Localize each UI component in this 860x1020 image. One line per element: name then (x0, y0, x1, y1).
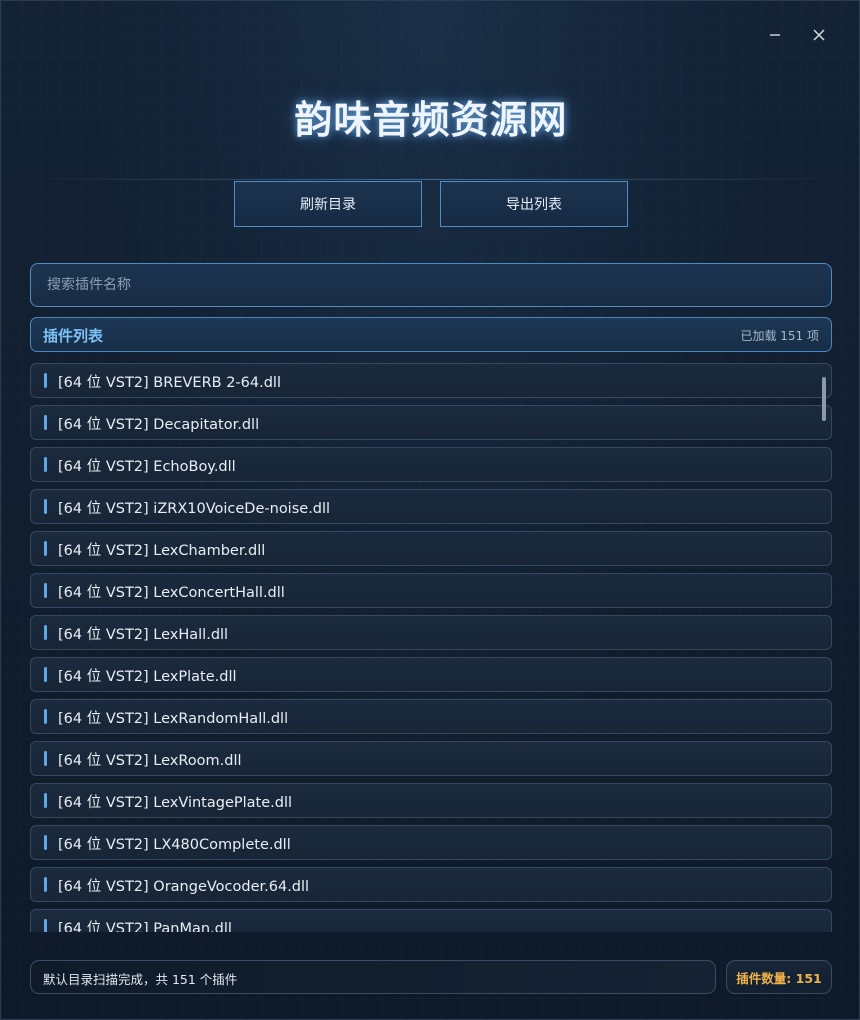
plugin-name: [64 位 VST2] OrangeVocoder.64.dll (58, 879, 310, 895)
status-bar: 默认目录扫描完成，共 151 个插件 (30, 960, 716, 994)
plugin-name: [64 位 VST2] LexRandomHall.dll (58, 711, 289, 727)
item-marker-icon (44, 709, 47, 724)
plugin-list-item[interactable]: [64 位 VST2] LX480Complete.dll (30, 825, 832, 860)
plugin-name: [64 位 VST2] LX480Complete.dll (58, 837, 291, 853)
plugin-list-title: 插件列表 (43, 327, 104, 345)
item-marker-icon (44, 877, 47, 892)
plugin-list[interactable]: [64 位 VST2] BREVERB 2-64.dll [64 位 VST2] … (30, 363, 832, 932)
plugin-name: [64 位 VST2] LexConcertHall.dll (58, 585, 285, 601)
loaded-count-label: 已加载 151 项 (740, 329, 819, 343)
close-button[interactable] (805, 21, 833, 49)
plugin-name: [64 位 VST2] PanMan.dll (58, 921, 232, 932)
item-marker-icon (44, 499, 47, 514)
item-marker-icon (44, 583, 47, 598)
plugin-name: [64 位 VST2] LexHall.dll (58, 627, 229, 643)
title-divider (41, 179, 821, 180)
plugin-name: [64 位 VST2] LexRoom.dll (58, 753, 242, 769)
plugin-list-item[interactable]: [64 位 VST2] BREVERB 2-64.dll (30, 363, 832, 398)
item-marker-icon (44, 751, 47, 766)
export-list-button[interactable]: 导出列表 (440, 181, 628, 227)
item-marker-icon (44, 457, 47, 472)
plugin-list-item[interactable]: [64 位 VST2] PanMan.dll (30, 909, 832, 932)
item-marker-icon (44, 415, 47, 430)
item-marker-icon (44, 373, 47, 388)
plugin-list-header: 插件列表 已加载 151 项 (30, 317, 832, 352)
plugin-name: [64 位 VST2] iZRX10VoiceDe-noise.dll (58, 501, 331, 517)
item-marker-icon (44, 835, 47, 850)
app-window: 韵味音频资源网 刷新目录 导出列表 插件列表 已加载 151 项 [64 位 V… (0, 0, 860, 1020)
status-text: 默认目录扫描完成，共 151 个插件 (43, 972, 238, 987)
plugin-list-item[interactable]: [64 位 VST2] LexConcertHall.dll (30, 573, 832, 608)
plugin-list-item[interactable]: [64 位 VST2] LexVintagePlate.dll (30, 783, 832, 818)
search-input[interactable] (30, 263, 832, 307)
plugin-list-item[interactable]: [64 位 VST2] iZRX10VoiceDe-noise.dll (30, 489, 832, 524)
plugin-list-item[interactable]: [64 位 VST2] EchoBoy.dll (30, 447, 832, 482)
minimize-button[interactable] (761, 21, 789, 49)
plugin-list-item[interactable]: [64 位 VST2] OrangeVocoder.64.dll (30, 867, 832, 902)
plugin-name: [64 位 VST2] BREVERB 2-64.dll (58, 375, 281, 391)
plugin-list-item[interactable]: [64 位 VST2] Decapitator.dll (30, 405, 832, 440)
plugin-list-item[interactable]: [64 位 VST2] LexRoom.dll (30, 741, 832, 776)
list-scrollbar-thumb[interactable] (822, 377, 826, 421)
plugin-list-item[interactable]: [64 位 VST2] LexRandomHall.dll (30, 699, 832, 734)
item-marker-icon (44, 793, 47, 808)
plugin-name: [64 位 VST2] Decapitator.dll (58, 417, 260, 433)
refresh-directory-button[interactable]: 刷新目录 (234, 181, 422, 227)
close-icon (813, 29, 825, 41)
item-marker-icon (44, 625, 47, 640)
item-marker-icon (44, 541, 47, 556)
plugin-name: [64 位 VST2] LexVintagePlate.dll (58, 795, 293, 811)
minimize-icon (770, 34, 780, 36)
item-marker-icon (44, 667, 47, 682)
plugin-name: [64 位 VST2] LexPlate.dll (58, 669, 237, 685)
plugin-list-item[interactable]: [64 位 VST2] LexChamber.dll (30, 531, 832, 566)
app-title: 韵味音频资源网 (294, 98, 568, 142)
plugin-count-badge: 插件数量: 151 (726, 960, 832, 994)
plugin-name: [64 位 VST2] EchoBoy.dll (58, 459, 236, 475)
plugin-name: [64 位 VST2] LexChamber.dll (58, 543, 266, 559)
plugin-list-item[interactable]: [64 位 VST2] LexHall.dll (30, 615, 832, 650)
item-marker-icon (44, 919, 47, 932)
plugin-list-item[interactable]: [64 位 VST2] LexPlate.dll (30, 657, 832, 692)
